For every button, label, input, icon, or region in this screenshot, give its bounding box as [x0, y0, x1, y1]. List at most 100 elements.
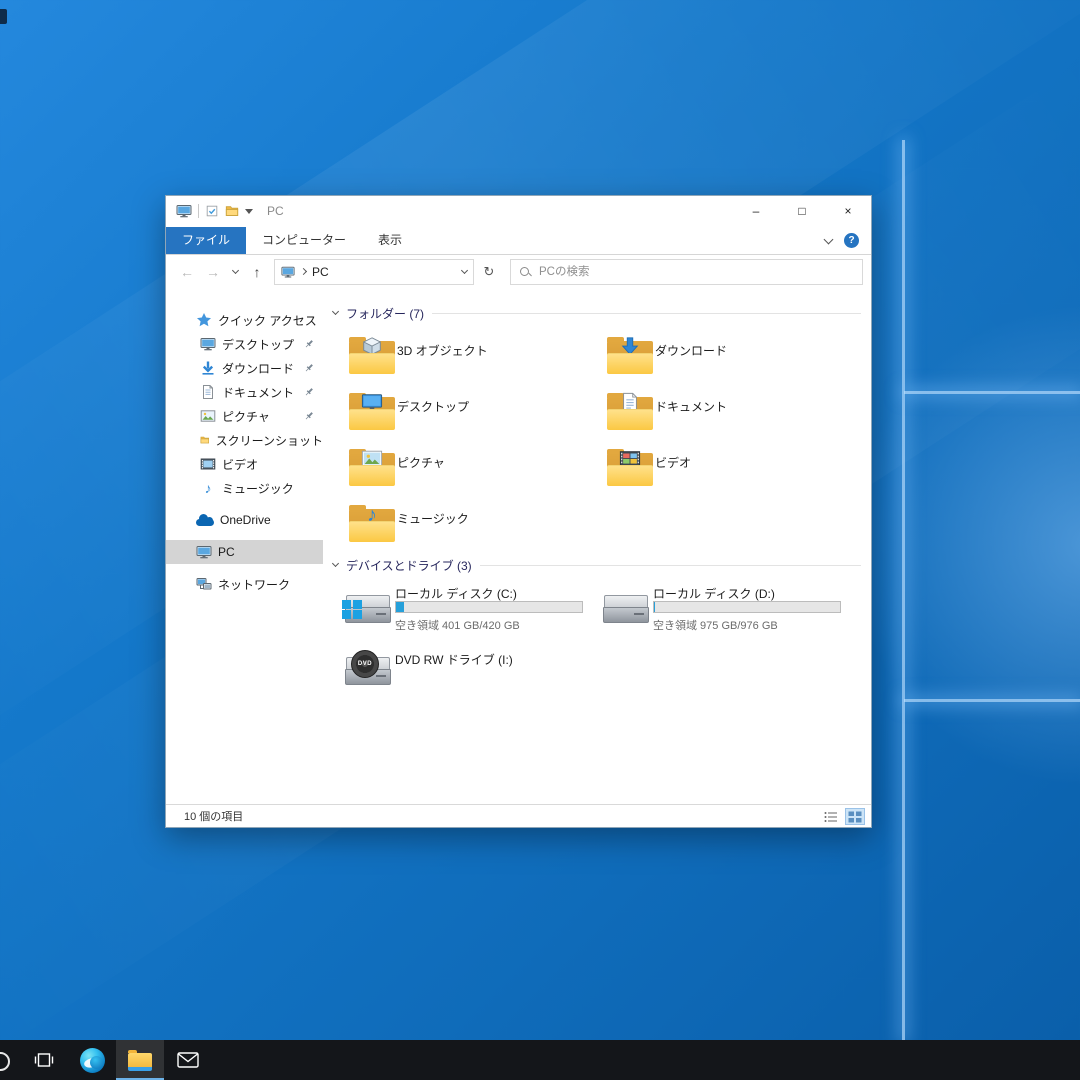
quick-access-toolbar	[166, 203, 253, 219]
folder-icon	[607, 448, 653, 486]
download-arrow-icon	[200, 360, 216, 376]
sidebar-item-pictures[interactable]: ピクチャ	[166, 404, 323, 428]
folder-videos[interactable]: ビデオ	[597, 444, 851, 500]
taskbar-file-explorer-button[interactable]	[116, 1040, 164, 1080]
drive-d[interactable]: ローカル ディスク (D:) 空き領域 975 GB/976 GB	[597, 583, 851, 635]
pin-icon	[303, 410, 315, 422]
window-controls: – □ ×	[733, 196, 871, 226]
breadcrumb[interactable]: PC	[274, 259, 474, 285]
folder-3d-objects[interactable]: 3D オブジェクト	[339, 332, 593, 388]
search-icon	[0, 1052, 10, 1071]
folder-icon	[349, 448, 395, 486]
tab-view[interactable]: 表示	[362, 227, 418, 254]
search-icon	[519, 266, 531, 278]
sidebar-item-label: ビデオ	[222, 456, 258, 473]
sidebar-item-downloads[interactable]: ダウンロード	[166, 356, 323, 380]
folder-icon	[349, 392, 395, 430]
pin-icon	[303, 386, 315, 398]
toolbar-divider	[198, 204, 199, 218]
wallpaper-window-line	[902, 140, 905, 1040]
item-count: 10 個の項目	[184, 808, 243, 824]
back-button[interactable]: ←	[174, 259, 200, 285]
capacity-bar	[653, 601, 841, 613]
dvd-disc-label: DVD	[358, 661, 372, 667]
search-box[interactable]	[510, 259, 863, 285]
expand-ribbon-chevron-icon[interactable]	[824, 234, 834, 244]
group-header-devices-drives[interactable]: デバイスとドライブ (3)	[333, 555, 861, 575]
tab-file[interactable]: ファイル	[166, 227, 246, 254]
item-label: 3D オブジェクト	[397, 342, 488, 359]
folder-music[interactable]: ♪ ミュージック	[339, 500, 593, 556]
maximize-button[interactable]: □	[779, 196, 825, 226]
close-button[interactable]: ×	[825, 196, 871, 226]
tab-computer[interactable]: コンピューター	[246, 227, 362, 254]
group-header-folders[interactable]: フォルダー (7)	[333, 303, 861, 323]
collapse-chevron-icon	[332, 560, 339, 567]
recent-locations-chevron-icon[interactable]	[226, 259, 244, 285]
taskbar-search-button[interactable]	[0, 1040, 20, 1080]
item-label: ピクチャ	[397, 454, 445, 471]
pin-icon	[303, 362, 315, 374]
sidebar-item-quick-access[interactable]: クイック アクセス	[166, 308, 323, 332]
folder-pictures[interactable]: ピクチャ	[339, 444, 593, 500]
pc-icon	[281, 265, 295, 279]
properties-icon[interactable]	[205, 204, 219, 218]
drive-c[interactable]: ローカル ディスク (C:) 空き領域 401 GB/420 GB	[339, 583, 593, 635]
taskbar-task-view-button[interactable]	[20, 1040, 68, 1080]
minimize-button[interactable]: –	[733, 196, 779, 226]
search-input[interactable]	[537, 265, 854, 279]
sidebar-item-label: ダウンロード	[222, 360, 294, 377]
item-label: ミュージック	[397, 510, 469, 527]
address-dropdown-chevron-icon[interactable]	[461, 266, 468, 273]
folder-downloads[interactable]: ダウンロード	[597, 332, 851, 388]
sidebar-item-music[interactable]: ♪ ミュージック	[166, 476, 323, 500]
content-pane: フォルダー (7) 3D オブジェクト ダウンロード デスクト	[323, 289, 871, 804]
status-bar: 10 個の項目	[166, 804, 871, 827]
folder-icon	[607, 392, 653, 430]
sidebar-item-label: クイック アクセス	[218, 312, 317, 329]
sidebar-item-label: OneDrive	[220, 513, 271, 527]
sidebar-item-network[interactable]: ネットワーク	[166, 572, 323, 596]
customize-toolbar-chevron-icon[interactable]	[245, 209, 253, 214]
sidebar-item-screenshots[interactable]: スクリーンショット	[166, 428, 323, 452]
details-view-button[interactable]	[821, 808, 841, 825]
capacity-bar	[395, 601, 583, 613]
refresh-button[interactable]: ↻	[476, 259, 502, 285]
sidebar-item-label: スクリーンショット	[216, 432, 323, 449]
this-pc-icon[interactable]	[176, 203, 192, 219]
onedrive-cloud-icon	[196, 512, 214, 528]
desktop-icon	[200, 336, 216, 352]
wallpaper-window-glow	[850, 305, 1080, 785]
drive-dvd[interactable]: DVD DVD RW ドライブ (I:)	[339, 645, 593, 697]
up-button[interactable]: ↑	[244, 259, 270, 285]
sidebar-item-onedrive[interactable]: OneDrive	[166, 508, 323, 532]
sidebar-item-pc[interactable]: PC	[166, 540, 323, 564]
drive-icon	[603, 593, 649, 623]
folder-desktop[interactable]: デスクトップ	[339, 388, 593, 444]
desktop-icon-partial[interactable]	[0, 9, 7, 24]
thumbnails-view-button[interactable]	[845, 808, 865, 825]
breadcrumb-separator-icon	[300, 268, 307, 275]
capacity-bar-fill	[654, 602, 655, 612]
help-icon[interactable]: ?	[844, 233, 859, 248]
item-label: ビデオ	[655, 454, 691, 471]
taskbar-edge-button[interactable]	[68, 1040, 116, 1080]
dvd-drive-icon: DVD	[345, 655, 391, 685]
forward-button[interactable]: →	[200, 259, 226, 285]
file-explorer-window: PC – □ × ファイル コンピューター 表示 ? ← → ↑ PC ↻	[165, 195, 872, 828]
file-explorer-icon	[128, 1051, 152, 1069]
folder-icon	[200, 432, 210, 448]
sidebar-item-documents[interactable]: ドキュメント	[166, 380, 323, 404]
folder-documents[interactable]: ドキュメント	[597, 388, 851, 444]
sidebar-item-label: デスクトップ	[222, 336, 294, 353]
taskbar-mail-button[interactable]	[164, 1040, 212, 1080]
new-folder-icon[interactable]	[225, 204, 239, 218]
sidebar-item-desktop[interactable]: デスクトップ	[166, 332, 323, 356]
drive-label: ローカル ディスク (C:)	[395, 585, 517, 602]
breadcrumb-segment-pc[interactable]: PC	[312, 265, 329, 279]
edge-icon	[80, 1048, 105, 1073]
collapse-chevron-icon	[332, 308, 339, 315]
folder-icon	[607, 336, 653, 374]
titlebar[interactable]: PC – □ ×	[166, 196, 871, 226]
sidebar-item-videos[interactable]: ビデオ	[166, 452, 323, 476]
